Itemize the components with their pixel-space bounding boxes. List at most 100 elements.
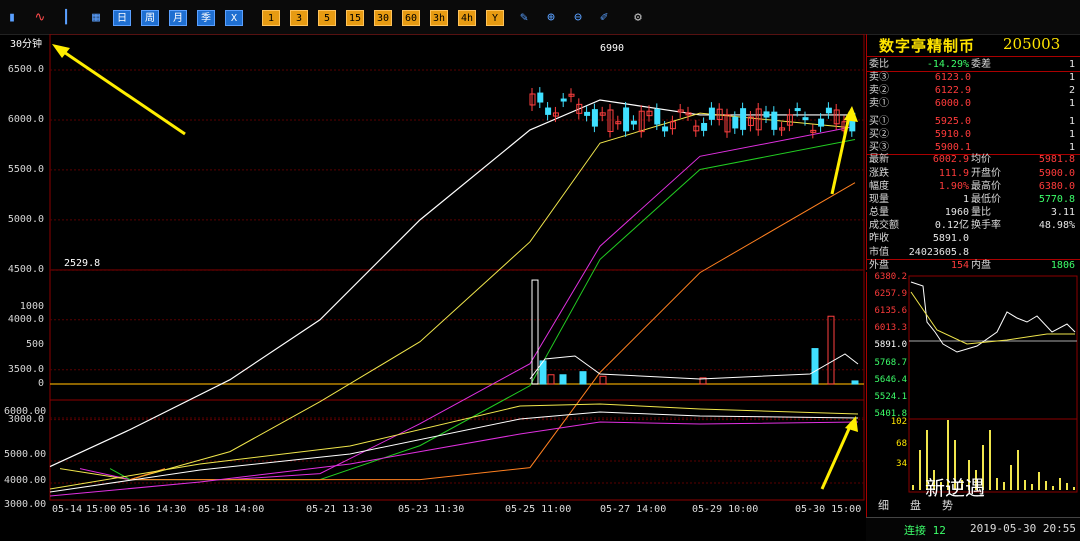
period-4h-button[interactable]: 4h <box>458 10 476 26</box>
mini-price-tick: 5891.0 <box>874 340 907 350</box>
date-tick: 15:00 <box>86 504 116 515</box>
volume-bar <box>559 374 567 385</box>
quote-value: 48.98% <box>1038 220 1075 231</box>
quote-row: 市值 24023605.8 <box>867 246 1080 260</box>
mini-price-tick: 6380.2 <box>874 272 907 282</box>
toolbar: ▮ ∿ ┃ ▦ 日周月季 X 1 3 5 15 30 60 3h 4h Y ✎ ⊕ ⊖ ✐ ⚙ <box>0 0 1080 35</box>
period-60-button[interactable]: 60 <box>402 10 420 26</box>
period-1-button[interactable]: 1 <box>262 10 280 26</box>
price-tick: 5500.0 <box>7 163 44 175</box>
price-pane <box>49 34 865 271</box>
mini-price-tick: 5646.4 <box>874 375 907 385</box>
quote-label: 幅度 <box>869 181 889 192</box>
quote-value: 1 <box>962 194 969 205</box>
quote-value: 5981.8 <box>1038 154 1075 165</box>
quote-row: 委比 -14.29% 委差 1 <box>867 58 1080 72</box>
candle <box>591 109 598 127</box>
quote-label: 均价 <box>971 154 991 165</box>
period-30-button[interactable]: 30 <box>374 10 392 26</box>
candle <box>701 122 708 131</box>
period-y-button[interactable]: Y <box>486 10 504 26</box>
candlestick-icon[interactable]: ┃ <box>56 10 76 26</box>
annotation-arrow <box>820 421 854 490</box>
bar-chart-icon[interactable]: ▮ <box>2 10 22 26</box>
quote-label: 最低价 <box>971 194 1001 205</box>
quote-row: 买② 5910.0 1 <box>867 128 1080 141</box>
volume-pane <box>49 269 865 401</box>
quote-label: 现量 <box>869 194 889 205</box>
quote-label: 昨收 <box>869 233 889 244</box>
volume-bar <box>579 371 587 385</box>
date-tick: 05-16 14:30 <box>120 504 186 515</box>
candle <box>584 111 591 116</box>
quote-row: 最新 6002.9 均价 5981.8 <box>867 153 1080 166</box>
quote-value: 6002.9 <box>932 154 969 165</box>
period-label: 30分钟 <box>10 39 43 50</box>
quote-label: 卖① <box>869 98 889 109</box>
quote-value: 24023605.8 <box>908 247 969 258</box>
quote-label: 量比 <box>971 207 991 218</box>
quote-label: 卖② <box>869 85 889 96</box>
price-tick: 4000.0 <box>7 313 44 325</box>
price-tick: 6000.0 <box>7 113 44 125</box>
candle <box>802 117 809 121</box>
date-tick: 05-14 <box>52 504 82 515</box>
mini-volume-tick: 102 <box>890 417 907 427</box>
quote-row: 总量 1960 量比 3.11 <box>867 206 1080 219</box>
volume-bar <box>827 315 835 385</box>
candle <box>630 120 637 125</box>
quote-value: 5900.0 <box>1038 168 1075 179</box>
quote-label: 内盘 <box>971 260 991 271</box>
period-3-button[interactable]: 3 <box>290 10 308 26</box>
calendar-icon[interactable]: ▦ <box>86 10 106 26</box>
quote-row: 卖② 6122.9 2 <box>867 84 1080 97</box>
pencil-icon[interactable]: ✐ <box>594 10 614 26</box>
draw-tool-icon[interactable]: ✎ <box>514 10 534 26</box>
period-3h-button[interactable]: 3h <box>430 10 448 26</box>
date-tick: 05-29 10:00 <box>692 504 758 515</box>
quote-row: 成交额 0.12亿 换手率 48.98% <box>867 219 1080 232</box>
period-15-button[interactable]: 15 <box>346 10 364 26</box>
price-tick: 4500.0 <box>7 263 44 275</box>
mini-price-frame <box>908 275 1078 420</box>
tab-detail[interactable]: 细 <box>878 497 889 513</box>
date-tick: 05-27 14:00 <box>600 504 666 515</box>
quote-row: 现量 1 最低价 5770.8 <box>867 193 1080 206</box>
moving-average-line <box>79 125 856 481</box>
candle <box>623 107 630 132</box>
quote-label: 最高价 <box>971 181 1001 192</box>
quote-value: 1 <box>1068 72 1075 83</box>
period-month-button[interactable]: 月 <box>169 10 187 26</box>
high-marker: 6990 <box>600 43 625 54</box>
quote-label: 最新 <box>869 154 889 165</box>
candle <box>654 108 661 125</box>
kline-chart[interactable]: 05-14 15:00 05-16 14:30 05-18 14:00 05-21 13… <box>0 34 866 519</box>
line-chart-icon[interactable]: ∿ <box>30 10 50 26</box>
zoom-in-icon[interactable]: ⊕ <box>541 10 561 26</box>
date-tick: 05-21 13:30 <box>306 504 372 515</box>
zoom-out-icon[interactable]: ⊖ <box>568 10 588 26</box>
indicator-tick: 4000.00 <box>4 475 47 486</box>
quote-value: 3.11 <box>1050 207 1075 218</box>
price-tick: 6500.0 <box>7 64 44 75</box>
period-season-button[interactable]: 季 <box>197 10 215 26</box>
quote-value: -14.29% <box>926 59 969 70</box>
stock-name: 数字亭精制币 <box>879 37 976 55</box>
candle <box>545 107 552 115</box>
gear-icon[interactable]: ⚙ <box>628 10 648 26</box>
period-week-button[interactable]: 周 <box>141 10 159 26</box>
period-5-button[interactable]: 5 <box>318 10 336 26</box>
candle <box>708 107 715 120</box>
quote-row: 幅度 1.90% 最高价 6380.0 <box>867 180 1080 193</box>
quote-value: 111.9 <box>938 168 969 179</box>
quote-label: 卖③ <box>869 72 889 83</box>
candle <box>560 98 567 102</box>
indicator-tick: 3000.00 <box>4 499 47 510</box>
quote-label: 总量 <box>869 207 889 218</box>
candle <box>771 111 778 130</box>
period-x-button[interactable]: X <box>225 10 243 26</box>
mini-avg-line <box>910 291 1075 345</box>
period-day-button[interactable]: 日 <box>113 10 131 26</box>
indicator-tick: 5000.00 <box>4 449 47 460</box>
tab-book[interactable]: 盘 <box>910 497 921 513</box>
